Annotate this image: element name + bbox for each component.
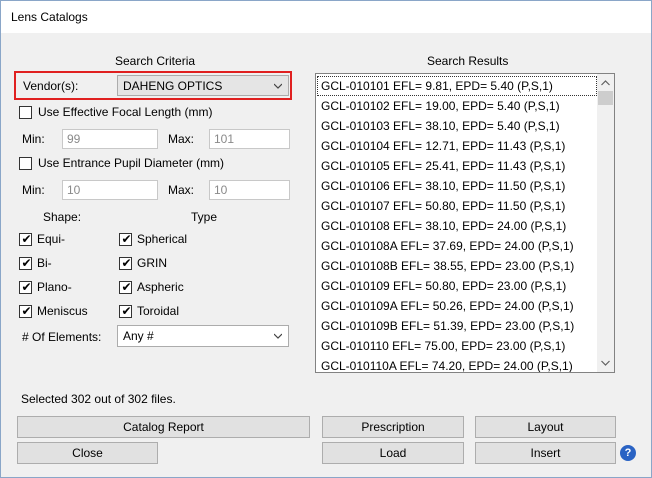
lens-catalogs-dialog: Lens Catalogs Search Criteria Vendor(s):… — [0, 0, 652, 478]
use-epd-label: Use Entrance Pupil Diameter (mm) — [38, 156, 225, 170]
elements-label: # Of Elements: — [22, 330, 102, 344]
list-item[interactable]: GCL-010109B EFL= 51.39, EPD= 23.00 (P,S,… — [321, 316, 574, 336]
load-button[interactable]: Load — [322, 442, 464, 464]
epd-max-label: Max: — [168, 183, 195, 197]
use-epd-checkbox[interactable] — [19, 157, 32, 170]
shape-equi-checkbox[interactable]: ✔ — [19, 232, 32, 246]
check-icon: ✔ — [121, 256, 132, 270]
list-item[interactable]: GCL-010109 EFL= 50.80, EPD= 23.00 (P,S,1… — [321, 276, 566, 296]
type-spherical-checkbox[interactable]: ✔ — [119, 232, 132, 246]
efl-max-input[interactable]: 101 — [209, 129, 290, 149]
vendor-label: Vendor(s): — [23, 79, 79, 93]
list-item[interactable]: GCL-010108A EFL= 37.69, EPD= 24.00 (P,S,… — [321, 236, 574, 256]
list-item[interactable]: GCL-010106 EFL= 38.10, EPD= 11.50 (P,S,1… — [321, 176, 565, 196]
search-results-heading: Search Results — [427, 54, 509, 68]
shape-heading: Shape: — [43, 210, 82, 224]
list-item[interactable]: GCL-010110 EFL= 75.00, EPD= 23.00 (P,S,1… — [321, 336, 565, 356]
list-item[interactable]: GCL-010108 EFL= 38.10, EPD= 24.00 (P,S,1… — [321, 216, 566, 236]
check-icon: ✔ — [21, 256, 32, 270]
efl-min-input[interactable]: 99 — [62, 129, 158, 149]
results-scrollbar[interactable] — [597, 74, 614, 372]
vendor-select-value: DAHENG OPTICS — [123, 79, 223, 93]
list-item[interactable]: GCL-010105 EFL= 25.41, EPD= 11.43 (P,S,1… — [321, 156, 565, 176]
elements-select-value: Any # — [123, 329, 154, 343]
search-results-list[interactable]: GCL-010101 EFL= 9.81, EPD= 5.40 (P,S,1) … — [315, 73, 615, 373]
shape-bi-label: Bi- — [37, 256, 52, 270]
type-aspheric-checkbox[interactable]: ✔ — [119, 280, 132, 294]
check-icon: ✔ — [121, 232, 132, 246]
status-text: Selected 302 out of 302 files. — [21, 392, 176, 406]
type-heading: Type — [191, 210, 218, 224]
shape-equi-label: Equi- — [37, 232, 66, 246]
chevron-down-icon — [274, 83, 282, 89]
list-item[interactable]: GCL-010104 EFL= 12.71, EPD= 11.43 (P,S,1… — [321, 136, 565, 156]
elements-select[interactable]: Any # — [117, 325, 289, 347]
efl-min-label: Min: — [22, 132, 45, 146]
epd-min-input[interactable]: 10 — [62, 180, 158, 200]
layout-button[interactable]: Layout — [475, 416, 616, 438]
scroll-up-icon[interactable] — [601, 80, 610, 86]
check-icon: ✔ — [21, 280, 32, 294]
check-icon: ✔ — [21, 232, 32, 246]
type-grin-label: GRIN — [137, 256, 167, 270]
shape-plano-checkbox[interactable]: ✔ — [19, 280, 32, 294]
epd-min-label: Min: — [22, 183, 45, 197]
scroll-down-icon[interactable] — [601, 360, 610, 366]
list-item[interactable]: GCL-010107 EFL= 50.80, EPD= 11.50 (P,S,1… — [321, 196, 565, 216]
check-icon: ✔ — [121, 304, 132, 318]
list-item[interactable]: GCL-010103 EFL= 38.10, EPD= 5.40 (P,S,1) — [321, 116, 560, 136]
catalog-report-button[interactable]: Catalog Report — [17, 416, 310, 438]
type-spherical-label: Spherical — [137, 232, 188, 246]
window-title: Lens Catalogs — [11, 10, 88, 24]
shape-plano-label: Plano- — [37, 280, 72, 294]
shape-meniscus-checkbox[interactable]: ✔ — [19, 304, 32, 318]
help-icon[interactable]: ? — [620, 445, 636, 461]
search-criteria-heading: Search Criteria — [115, 54, 196, 68]
insert-button[interactable]: Insert — [475, 442, 616, 464]
title-bar: Lens Catalogs — [1, 1, 651, 33]
list-item[interactable]: GCL-010110A EFL= 74.20, EPD= 24.00 (P,S,… — [321, 356, 573, 372]
list-item[interactable]: GCL-010102 EFL= 19.00, EPD= 5.40 (P,S,1) — [321, 96, 560, 116]
list-item[interactable]: GCL-010101 EFL= 9.81, EPD= 5.40 (P,S,1) — [321, 76, 553, 96]
use-efl-label: Use Effective Focal Length (mm) — [38, 105, 213, 119]
type-toroidal-checkbox[interactable]: ✔ — [119, 304, 132, 318]
chevron-down-icon — [274, 333, 282, 339]
use-efl-checkbox[interactable] — [19, 106, 32, 119]
prescription-button[interactable]: Prescription — [322, 416, 464, 438]
type-toroidal-label: Toroidal — [137, 304, 180, 318]
list-item[interactable]: GCL-010108B EFL= 38.55, EPD= 23.00 (P,S,… — [321, 256, 574, 276]
efl-max-label: Max: — [168, 132, 195, 146]
epd-max-input[interactable]: 10 — [209, 180, 290, 200]
shape-bi-checkbox[interactable]: ✔ — [19, 256, 32, 270]
list-item[interactable]: GCL-010109A EFL= 50.26, EPD= 24.00 (P,S,… — [321, 296, 574, 316]
check-icon: ✔ — [21, 304, 32, 318]
check-icon: ✔ — [121, 280, 132, 294]
type-grin-checkbox[interactable]: ✔ — [119, 256, 132, 270]
type-aspheric-label: Aspheric — [137, 280, 184, 294]
scrollbar-thumb[interactable] — [598, 91, 613, 105]
vendor-select[interactable]: DAHENG OPTICS — [117, 75, 289, 96]
close-button[interactable]: Close — [17, 442, 158, 464]
shape-meniscus-label: Meniscus — [37, 304, 88, 318]
